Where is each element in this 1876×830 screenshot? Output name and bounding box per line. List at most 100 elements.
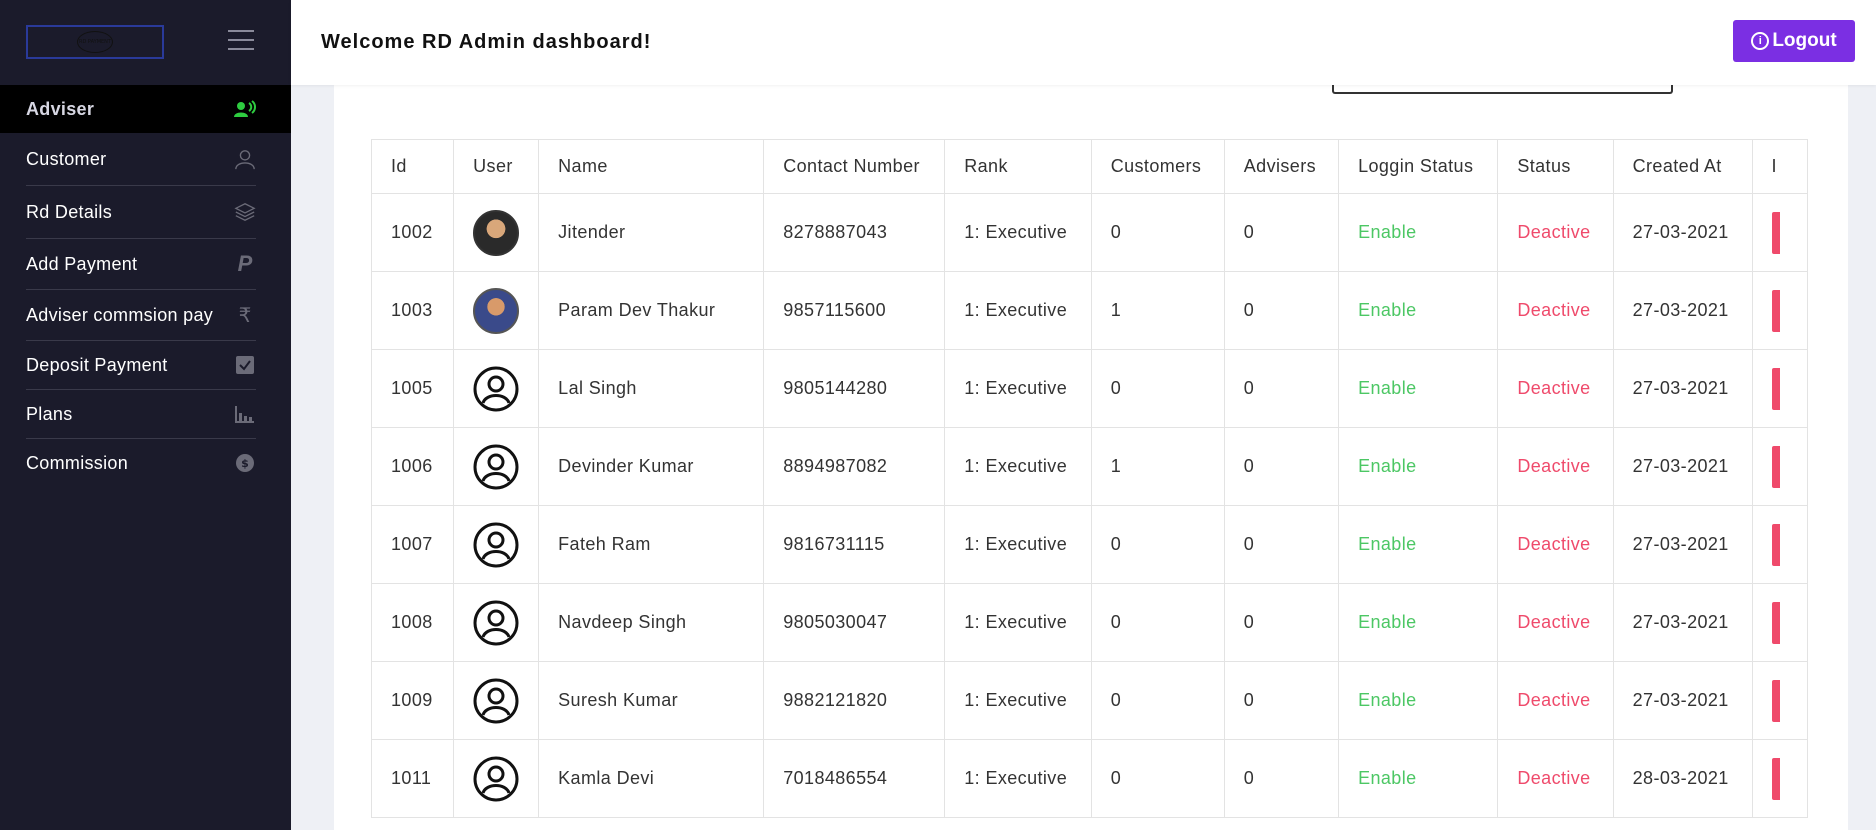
cell-id: 1005 bbox=[371, 349, 455, 428]
action-button[interactable] bbox=[1771, 679, 1780, 722]
cell-user bbox=[453, 193, 540, 272]
action-button[interactable] bbox=[1771, 211, 1780, 254]
table-row[interactable]: 1003 Param Dev Thakur 9857115600 1: Executi… bbox=[371, 271, 1808, 350]
sidebar-item-customer[interactable]: Customer bbox=[0, 133, 291, 185]
table-row[interactable]: 1005 Lal Singh 9805144280 1: Executive 0 0 Ena… bbox=[371, 349, 1808, 428]
cell-advisers: 0 bbox=[1223, 739, 1340, 818]
action-button[interactable] bbox=[1771, 445, 1780, 488]
action-button[interactable] bbox=[1771, 757, 1780, 800]
cell-advisers: 0 bbox=[1223, 505, 1340, 584]
cell-id: 1008 bbox=[371, 583, 455, 662]
column-header-status[interactable]: Status bbox=[1497, 139, 1614, 194]
cell-rank: 1: Executive bbox=[944, 583, 1092, 662]
cell-name: Fateh Ram bbox=[538, 505, 765, 584]
sidebar-header: RD PAYMENT bbox=[0, 0, 291, 85]
cell-customers: 0 bbox=[1090, 661, 1225, 740]
sidebar-item-deposit-payment[interactable]: Deposit Payment bbox=[0, 341, 291, 389]
svg-text:$: $ bbox=[241, 457, 249, 470]
cell-status: Deactive bbox=[1497, 427, 1614, 506]
cell-login-status: Enable bbox=[1338, 427, 1499, 506]
cell-login-status: Enable bbox=[1338, 505, 1499, 584]
cell-status: Deactive bbox=[1497, 661, 1614, 740]
sidebar-item-label: Adviser bbox=[26, 98, 95, 119]
cell-status: Deactive bbox=[1497, 505, 1614, 584]
cell-status: Deactive bbox=[1497, 739, 1614, 818]
column-header-loggin-status[interactable]: Loggin Status bbox=[1338, 139, 1499, 194]
action-button[interactable] bbox=[1771, 367, 1780, 410]
logo-mark: RD PAYMENT bbox=[77, 31, 113, 53]
column-header-advisers[interactable]: Advisers bbox=[1223, 139, 1340, 194]
logo[interactable]: RD PAYMENT bbox=[26, 25, 164, 59]
cell-id: 1003 bbox=[371, 271, 455, 350]
column-header-actions[interactable]: I bbox=[1751, 139, 1808, 194]
column-header-customers[interactable]: Customers bbox=[1090, 139, 1225, 194]
sidebar-item-plans[interactable]: Plans bbox=[0, 390, 291, 438]
cell-created-at: 27-03-2021 bbox=[1612, 661, 1753, 740]
welcome-title: Welcome RD Admin dashboard! bbox=[321, 31, 652, 53]
menu-toggle-icon[interactable] bbox=[228, 30, 254, 50]
cell-rank: 1: Executive bbox=[944, 427, 1092, 506]
cell-actions bbox=[1751, 349, 1808, 428]
cell-actions bbox=[1751, 505, 1808, 584]
cell-customers: 1 bbox=[1090, 271, 1225, 350]
logout-button[interactable]: i Logout bbox=[1733, 20, 1855, 62]
column-header-created-at[interactable]: Created At bbox=[1612, 139, 1753, 194]
cell-customers: 1 bbox=[1090, 427, 1225, 506]
action-button[interactable] bbox=[1771, 289, 1780, 332]
chart-icon bbox=[234, 403, 256, 425]
cell-name: Suresh Kumar bbox=[538, 661, 765, 740]
cell-rank: 1: Executive bbox=[944, 505, 1092, 584]
cell-customers: 0 bbox=[1090, 349, 1225, 428]
cell-rank: 1: Executive bbox=[944, 661, 1092, 740]
cell-created-at: 27-03-2021 bbox=[1612, 427, 1753, 506]
cell-status: Deactive bbox=[1497, 193, 1614, 272]
advisers-table-container[interactable]: Id User Name Contact Number Rank Custome… bbox=[371, 139, 1808, 830]
table-row[interactable]: 1011 Kamla Devi 7018486554 1: Executive 0 0 En… bbox=[371, 739, 1808, 818]
logo-text: RD PAYMENT bbox=[79, 39, 111, 45]
sidebar-item-commission[interactable]: Commission $ bbox=[0, 439, 291, 487]
cell-rank: 1: Executive bbox=[944, 349, 1092, 428]
table-row[interactable]: 1006 Devinder Kumar 8894987082 1: Executive… bbox=[371, 427, 1808, 506]
paypal-icon: P bbox=[237, 251, 253, 276]
cell-id: 1002 bbox=[371, 193, 455, 272]
cell-contact: 7018486554 bbox=[763, 739, 946, 818]
cell-user bbox=[453, 739, 540, 818]
action-button[interactable] bbox=[1771, 523, 1780, 566]
table-row[interactable]: 1009 Suresh Kumar 9882121820 1: Executive 0 0… bbox=[371, 661, 1808, 740]
default-avatar-icon bbox=[473, 522, 519, 568]
cell-created-at: 27-03-2021 bbox=[1612, 583, 1753, 662]
cell-login-status: Enable bbox=[1338, 271, 1499, 350]
column-header-id[interactable]: Id bbox=[371, 139, 455, 194]
column-header-rank[interactable]: Rank bbox=[944, 139, 1092, 194]
sidebar-item-label: Plans bbox=[26, 403, 73, 424]
cell-actions bbox=[1751, 661, 1808, 740]
cell-user bbox=[453, 349, 540, 428]
sidebar-item-add-payment[interactable]: Add Payment P bbox=[0, 239, 291, 289]
sidebar-item-label: Deposit Payment bbox=[26, 354, 168, 375]
sidebar-item-label: Add Payment bbox=[26, 253, 138, 274]
cell-actions bbox=[1751, 193, 1808, 272]
layers-icon bbox=[234, 201, 256, 223]
cell-contact: 8894987082 bbox=[763, 427, 946, 506]
sidebar-item-adviser-commsion-pay[interactable]: Adviser commsion pay ₹ bbox=[0, 290, 291, 340]
table-row[interactable]: 1002 Jitender 8278887043 1: Executive 0 0 Enab… bbox=[371, 193, 1808, 272]
cell-customers: 0 bbox=[1090, 193, 1225, 272]
action-button[interactable] bbox=[1771, 601, 1780, 644]
cell-user bbox=[453, 271, 540, 350]
column-header-contact-number[interactable]: Contact Number bbox=[763, 139, 946, 194]
cell-contact: 9816731115 bbox=[763, 505, 946, 584]
cell-advisers: 0 bbox=[1223, 271, 1340, 350]
table-row[interactable]: 1008 Navdeep Singh 9805030047 1: Executive 0… bbox=[371, 583, 1808, 662]
cell-user bbox=[453, 505, 540, 584]
cell-login-status: Enable bbox=[1338, 583, 1499, 662]
top-header: Welcome RD Admin dashboard! i Logout bbox=[291, 0, 1876, 85]
sidebar-item-adviser[interactable]: Adviser bbox=[0, 85, 291, 133]
column-header-name[interactable]: Name bbox=[538, 139, 765, 194]
cell-id: 1006 bbox=[371, 427, 455, 506]
default-avatar-icon bbox=[473, 444, 519, 490]
column-header-user[interactable]: User bbox=[453, 139, 540, 194]
cell-rank: 1: Executive bbox=[944, 271, 1092, 350]
sidebar-item-rd-details[interactable]: Rd Details bbox=[0, 186, 291, 238]
logout-label: Logout bbox=[1772, 30, 1837, 51]
table-row[interactable]: 1007 Fateh Ram 9816731115 1: Executive 0 0 Ena… bbox=[371, 505, 1808, 584]
